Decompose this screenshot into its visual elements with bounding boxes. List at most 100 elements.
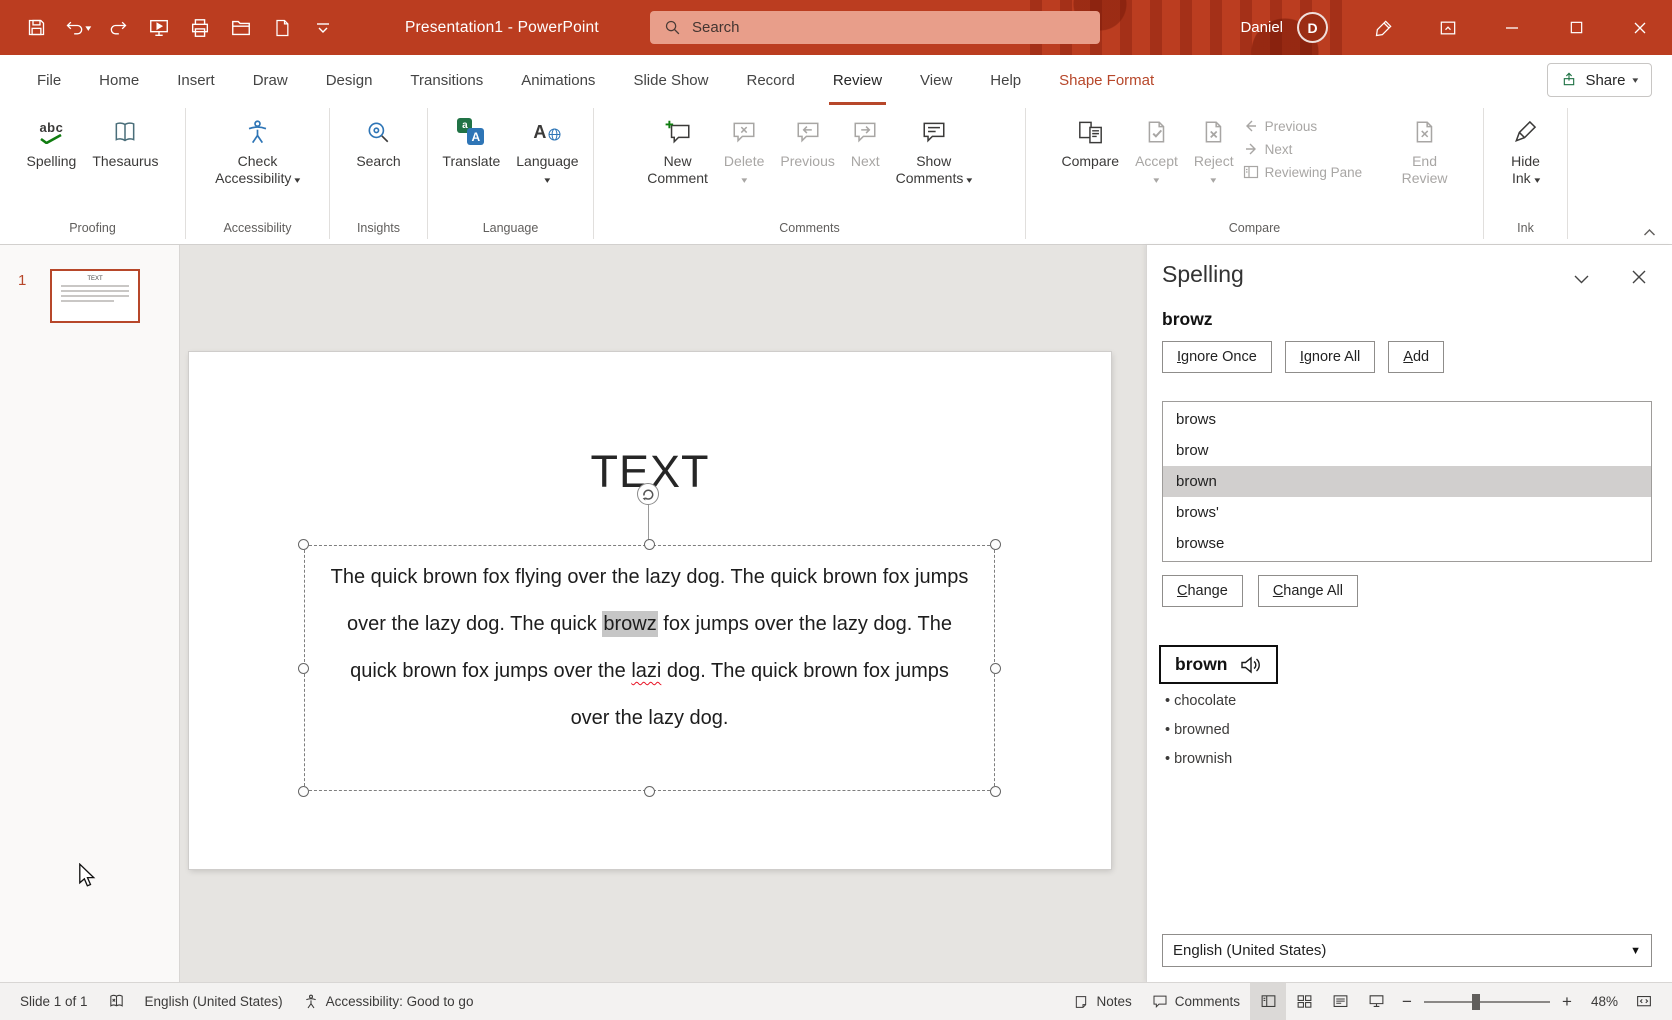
change-button[interactable]: Change <box>1162 575 1243 607</box>
tab-animations[interactable]: Animations <box>502 55 614 105</box>
add-to-dictionary-button[interactable]: Add <box>1388 341 1444 373</box>
redo-button[interactable] <box>100 8 136 48</box>
tab-home[interactable]: Home <box>80 55 158 105</box>
tab-shape-format[interactable]: Shape Format <box>1040 55 1173 105</box>
comments-button[interactable]: Comments <box>1142 994 1250 1009</box>
translate-button[interactable]: aA Translate <box>435 110 507 218</box>
resize-handle-top-middle[interactable] <box>644 539 655 550</box>
quick-print-button[interactable] <box>182 8 218 48</box>
language-button[interactable]: A Language ▾ <box>509 110 585 218</box>
inking-button[interactable] <box>1352 0 1416 55</box>
slide-indicator[interactable]: Slide 1 of 1 <box>10 983 98 1020</box>
body-text-line[interactable]: The quick brown fox flying over the lazy… <box>305 554 994 601</box>
slide-show-view-button[interactable] <box>1358 983 1394 1020</box>
thesaurus-button[interactable]: Thesaurus <box>85 110 165 218</box>
resize-handle-middle-left[interactable] <box>298 663 309 674</box>
hide-ink-button[interactable]: Hide Ink ▾ <box>1504 110 1547 218</box>
fit-slide-to-window-button[interactable] <box>1626 983 1662 1020</box>
check-accessibility-button[interactable]: Check Accessibility ▾ <box>208 110 307 218</box>
undo-button[interactable]: ▾ <box>59 8 95 48</box>
suggestion-item[interactable]: brow <box>1163 435 1651 466</box>
new-file-button[interactable] <box>264 8 300 48</box>
pane-collapse-button[interactable] <box>1567 267 1595 291</box>
previous-comment-button[interactable]: Previous <box>773 110 841 218</box>
normal-view-button[interactable] <box>1250 983 1286 1020</box>
slide-textbox[interactable]: The quick brown fox flying over the lazy… <box>304 545 995 791</box>
slide-canvas[interactable]: TEXT The quick brown fox flying over the… <box>189 352 1111 869</box>
zoom-slider-thumb[interactable] <box>1472 994 1480 1010</box>
slide-thumbnail[interactable]: TEXT <box>50 269 140 323</box>
resize-handle-top-right[interactable] <box>990 539 1001 550</box>
misspelled-word: browz <box>1162 309 1213 330</box>
next-change-button[interactable]: Next <box>1243 141 1393 157</box>
zoom-out-button[interactable]: − <box>1394 992 1420 1012</box>
suggestion-item-selected[interactable]: brown <box>1163 466 1651 497</box>
previous-change-button[interactable]: Previous <box>1243 118 1393 134</box>
accept-button[interactable]: Accept ▾ <box>1128 110 1185 218</box>
next-comment-button[interactable]: Next <box>844 110 887 218</box>
smart-search-button[interactable]: Search <box>349 110 407 218</box>
tab-slide-show[interactable]: Slide Show <box>614 55 727 105</box>
body-text-line[interactable]: quick brown fox jumps over the lazi dog.… <box>305 648 994 695</box>
resize-handle-bottom-right[interactable] <box>990 786 1001 797</box>
suggestion-item[interactable]: brows' <box>1163 497 1651 528</box>
customize-qat-button[interactable] <box>305 8 341 48</box>
reading-view-button[interactable] <box>1322 983 1358 1020</box>
tab-review[interactable]: Review <box>814 55 901 105</box>
end-review-button[interactable]: End Review <box>1395 110 1455 218</box>
close-button[interactable] <box>1608 0 1672 55</box>
tab-design[interactable]: Design <box>307 55 392 105</box>
suggestion-item[interactable]: browse <box>1163 528 1651 559</box>
zoom-level[interactable]: 48% <box>1580 994 1626 1009</box>
open-file-button[interactable] <box>223 8 259 48</box>
resize-handle-top-left[interactable] <box>298 539 309 550</box>
share-button[interactable]: Share ▾ <box>1547 63 1652 97</box>
start-from-beginning-button[interactable] <box>141 8 177 48</box>
notes-button[interactable]: Notes <box>1063 994 1141 1010</box>
new-comment-button[interactable]: New Comment <box>640 110 715 218</box>
collapse-ribbon-button[interactable] <box>1643 228 1656 237</box>
ribbon-display-options-button[interactable] <box>1416 0 1480 55</box>
spell-check-status-button[interactable] <box>98 983 135 1020</box>
accessibility-status-button[interactable]: Accessibility: Good to go <box>293 983 484 1020</box>
zoom-slider[interactable] <box>1424 1001 1550 1003</box>
show-comments-button[interactable]: Show Comments ▾ <box>889 110 979 218</box>
reject-button[interactable]: Reject ▾ <box>1187 110 1241 218</box>
delete-comment-button[interactable]: Delete ▾ <box>717 110 771 218</box>
save-button[interactable] <box>18 8 54 48</box>
pane-close-button[interactable] <box>1625 263 1653 291</box>
body-text-line[interactable]: over the lazy dog. The quick browz fox j… <box>305 601 994 648</box>
spelling-button[interactable]: abc Spelling <box>20 110 84 218</box>
tab-transitions[interactable]: Transitions <box>391 55 502 105</box>
slide-sorter-view-button[interactable] <box>1286 983 1322 1020</box>
proofing-language-dropdown[interactable]: English (United States) ▼ <box>1162 934 1652 967</box>
tab-insert[interactable]: Insert <box>158 55 234 105</box>
tab-record[interactable]: Record <box>727 55 813 105</box>
body-text-line[interactable]: over the lazy dog. <box>305 695 994 742</box>
zoom-in-button[interactable]: + <box>1554 992 1580 1012</box>
tab-view[interactable]: View <box>901 55 971 105</box>
language-status-button[interactable]: English (United States) <box>135 983 293 1020</box>
tab-draw[interactable]: Draw <box>234 55 307 105</box>
ignore-once-button[interactable]: Ignore Once <box>1162 341 1272 373</box>
thumbnail-text-line <box>61 300 114 302</box>
misspelled-word-highlight[interactable]: browz <box>602 611 657 637</box>
compare-button[interactable]: Compare <box>1055 110 1127 218</box>
user-avatar[interactable]: D <box>1297 12 1328 43</box>
change-all-button[interactable]: Change All <box>1258 575 1358 607</box>
resize-handle-middle-right[interactable] <box>990 663 1001 674</box>
misspelled-word-squiggle[interactable]: lazi <box>631 660 661 682</box>
rotate-handle[interactable] <box>636 482 660 506</box>
tab-file[interactable]: File <box>18 55 80 105</box>
minimize-button[interactable] <box>1480 0 1544 55</box>
resize-handle-bottom-left[interactable] <box>298 786 309 797</box>
tab-help[interactable]: Help <box>971 55 1040 105</box>
ignore-all-button[interactable]: Ignore All <box>1285 341 1375 373</box>
user-name[interactable]: Daniel <box>1240 19 1283 36</box>
resize-handle-bottom-middle[interactable] <box>644 786 655 797</box>
maximize-button[interactable] <box>1544 0 1608 55</box>
search-box[interactable]: Search <box>650 11 1100 44</box>
speaker-icon[interactable] <box>1240 656 1262 674</box>
reviewing-pane-button[interactable]: Reviewing Pane <box>1243 164 1393 180</box>
suggestion-item[interactable]: brows <box>1163 404 1651 435</box>
